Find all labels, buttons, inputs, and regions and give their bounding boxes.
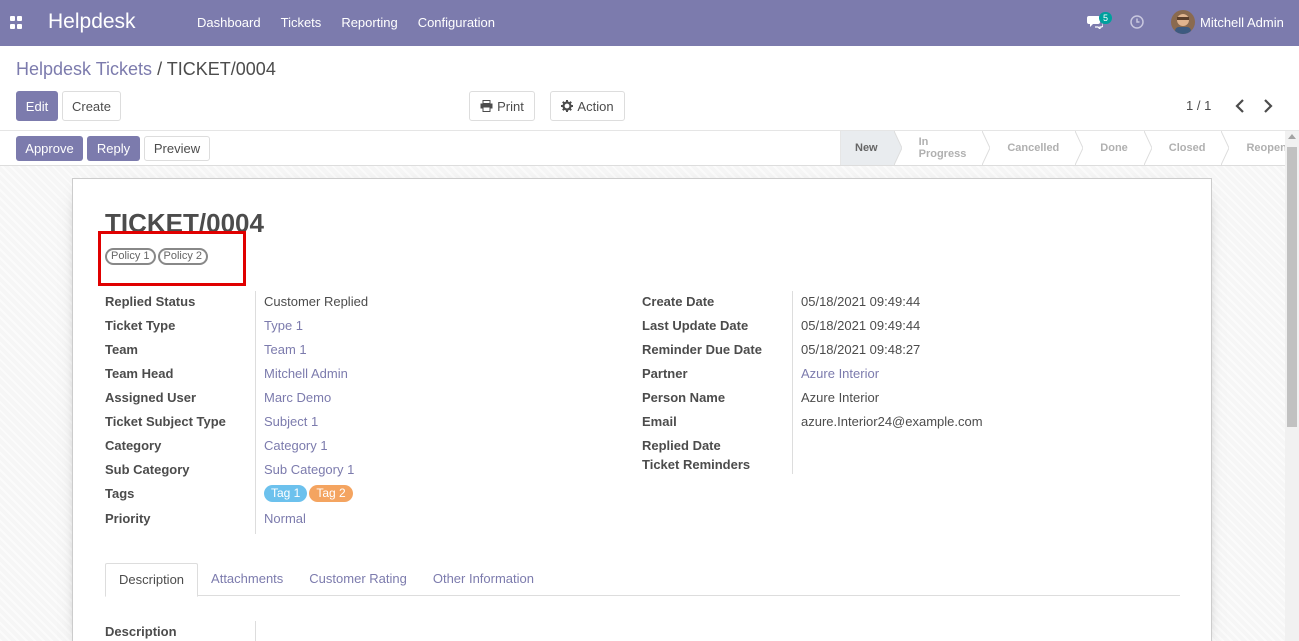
scroll-up-arrow-icon[interactable] [1288,134,1296,139]
app-brand[interactable]: Helpdesk [48,10,136,34]
tab-attachments[interactable]: Attachments [198,563,296,595]
person-name-label: Person Name [642,390,726,405]
team-head-label: Team Head [105,366,174,381]
chevron-left-icon[interactable] [1233,97,1247,115]
create-date-value: 05/18/2021 09:49:44 [801,294,921,309]
stage-cancelled[interactable]: Cancelled [982,131,1084,165]
action-label: Action [577,98,614,114]
person-name-value: Azure Interior [801,390,880,405]
category-value[interactable]: Category 1 [264,438,328,453]
stage-label: New [855,142,878,154]
apps-icon[interactable] [10,16,23,29]
form-sheet: TICKET/0004 Policy 1 Policy 2 Replied St… [72,178,1212,641]
tab-description[interactable]: Description [105,563,199,597]
action-button[interactable]: Action [550,91,625,121]
tag-pill[interactable]: Tag 1 [264,485,308,502]
team-value[interactable]: Team 1 [264,342,307,357]
priority-label: Priority [105,511,151,526]
breadcrumb-current: TICKET/0004 [166,59,276,79]
breadcrumb-parent[interactable]: Helpdesk Tickets [16,59,152,79]
stage-in-progress[interactable]: In Progress [893,131,991,165]
highlight-annotation-box [98,231,246,286]
category-label: Category [105,438,162,453]
stage-new[interactable]: New [840,131,902,165]
last-update-label: Last Update Date [642,318,749,333]
print-label: Print [497,98,524,114]
sub-category-value[interactable]: Sub Category 1 [264,462,354,477]
print-button[interactable]: Print [469,91,535,121]
reply-button[interactable]: Reply [87,136,140,161]
print-icon [480,100,493,112]
stage-label: Done [1100,142,1128,154]
create-date-label: Create Date [642,294,715,309]
main-menu: Dashboard Tickets Reporting Configuratio… [187,0,505,46]
reminder-due-label: Reminder Due Date [642,342,762,357]
email-value: azure.Interior24@example.com [801,414,983,429]
message-count-badge: 5 [1099,12,1113,24]
stage-arrow [893,131,902,165]
last-update-value: 05/18/2021 09:49:44 [801,318,921,333]
stage-arrow [1221,131,1230,165]
email-label: Email [642,414,677,429]
stage-pipeline: New In Progress Cancelled Done Closed Re… [840,131,1299,166]
tab-customer-rating[interactable]: Customer Rating [296,563,420,595]
replied-status-value: Customer Replied [264,294,369,309]
reminder-due-value: 05/18/2021 09:48:27 [801,342,921,357]
ticket-type-value[interactable]: Type 1 [264,318,303,333]
create-button[interactable]: Create [62,91,121,121]
assigned-user-label: Assigned User [105,390,197,405]
clock-icon[interactable] [1130,15,1144,29]
team-head-value[interactable]: Mitchell Admin [264,366,348,381]
preview-button[interactable]: Preview [144,136,210,161]
gear-icon [561,100,574,112]
pager-value[interactable]: 1 / 1 [1186,98,1211,113]
menu-tickets[interactable]: Tickets [271,0,332,46]
field-separator [255,621,256,641]
stage-arrow [982,131,991,165]
tags-value: Tag 1 Tag 2 [264,485,355,502]
sub-category-label: Sub Category [105,462,190,477]
approve-button[interactable]: Approve [16,136,83,161]
menu-configuration[interactable]: Configuration [408,0,505,46]
tab-other-information[interactable]: Other Information [420,563,547,595]
partner-value[interactable]: Azure Interior [801,366,879,381]
user-name[interactable]: Mitchell Admin [1200,15,1284,30]
subject-type-label: Ticket Subject Type [105,414,226,429]
team-label: Team [105,342,138,357]
top-navbar: Helpdesk Dashboard Tickets Reporting Con… [0,0,1299,46]
edit-button[interactable]: Edit [16,91,58,121]
tag-pill[interactable]: Tag 2 [309,485,353,502]
breadcrumb: Helpdesk Tickets / TICKET/0004 [16,59,276,80]
stage-closed[interactable]: Closed [1143,131,1230,165]
field-separator [792,291,793,474]
scroll-thumb[interactable] [1287,147,1297,427]
breadcrumb-separator: / [157,59,163,79]
chevron-right-icon[interactable] [1261,97,1275,115]
replied-date-label: Replied Date [642,438,721,453]
stage-label: Closed [1168,142,1206,154]
stage-arrow [1143,131,1152,165]
tags-label: Tags [105,486,135,501]
statusbar: Approve Reply Preview New In Progress Ca… [0,131,1299,166]
ticket-type-label: Ticket Type [105,318,176,333]
stage-label: In Progress [918,136,967,160]
partner-label: Partner [642,366,688,381]
replied-status-label: Replied Status [105,294,196,309]
menu-reporting[interactable]: Reporting [331,0,407,46]
notebook-tabs: Description Attachments Customer Rating … [105,563,1180,597]
subject-type-value[interactable]: Subject 1 [264,414,318,429]
description-label: Description [105,624,177,639]
menu-dashboard[interactable]: Dashboard [187,0,271,46]
assigned-user-value[interactable]: Marc Demo [264,390,331,405]
vertical-scrollbar[interactable] [1285,131,1299,641]
user-avatar[interactable] [1171,10,1195,34]
stage-label: Cancelled [1007,142,1060,154]
ticket-reminders-label: Ticket Reminders [642,457,751,472]
stage-arrow [1075,131,1084,165]
stage-done[interactable]: Done [1075,131,1152,165]
field-separator [255,291,256,534]
priority-value[interactable]: Normal [264,511,306,526]
